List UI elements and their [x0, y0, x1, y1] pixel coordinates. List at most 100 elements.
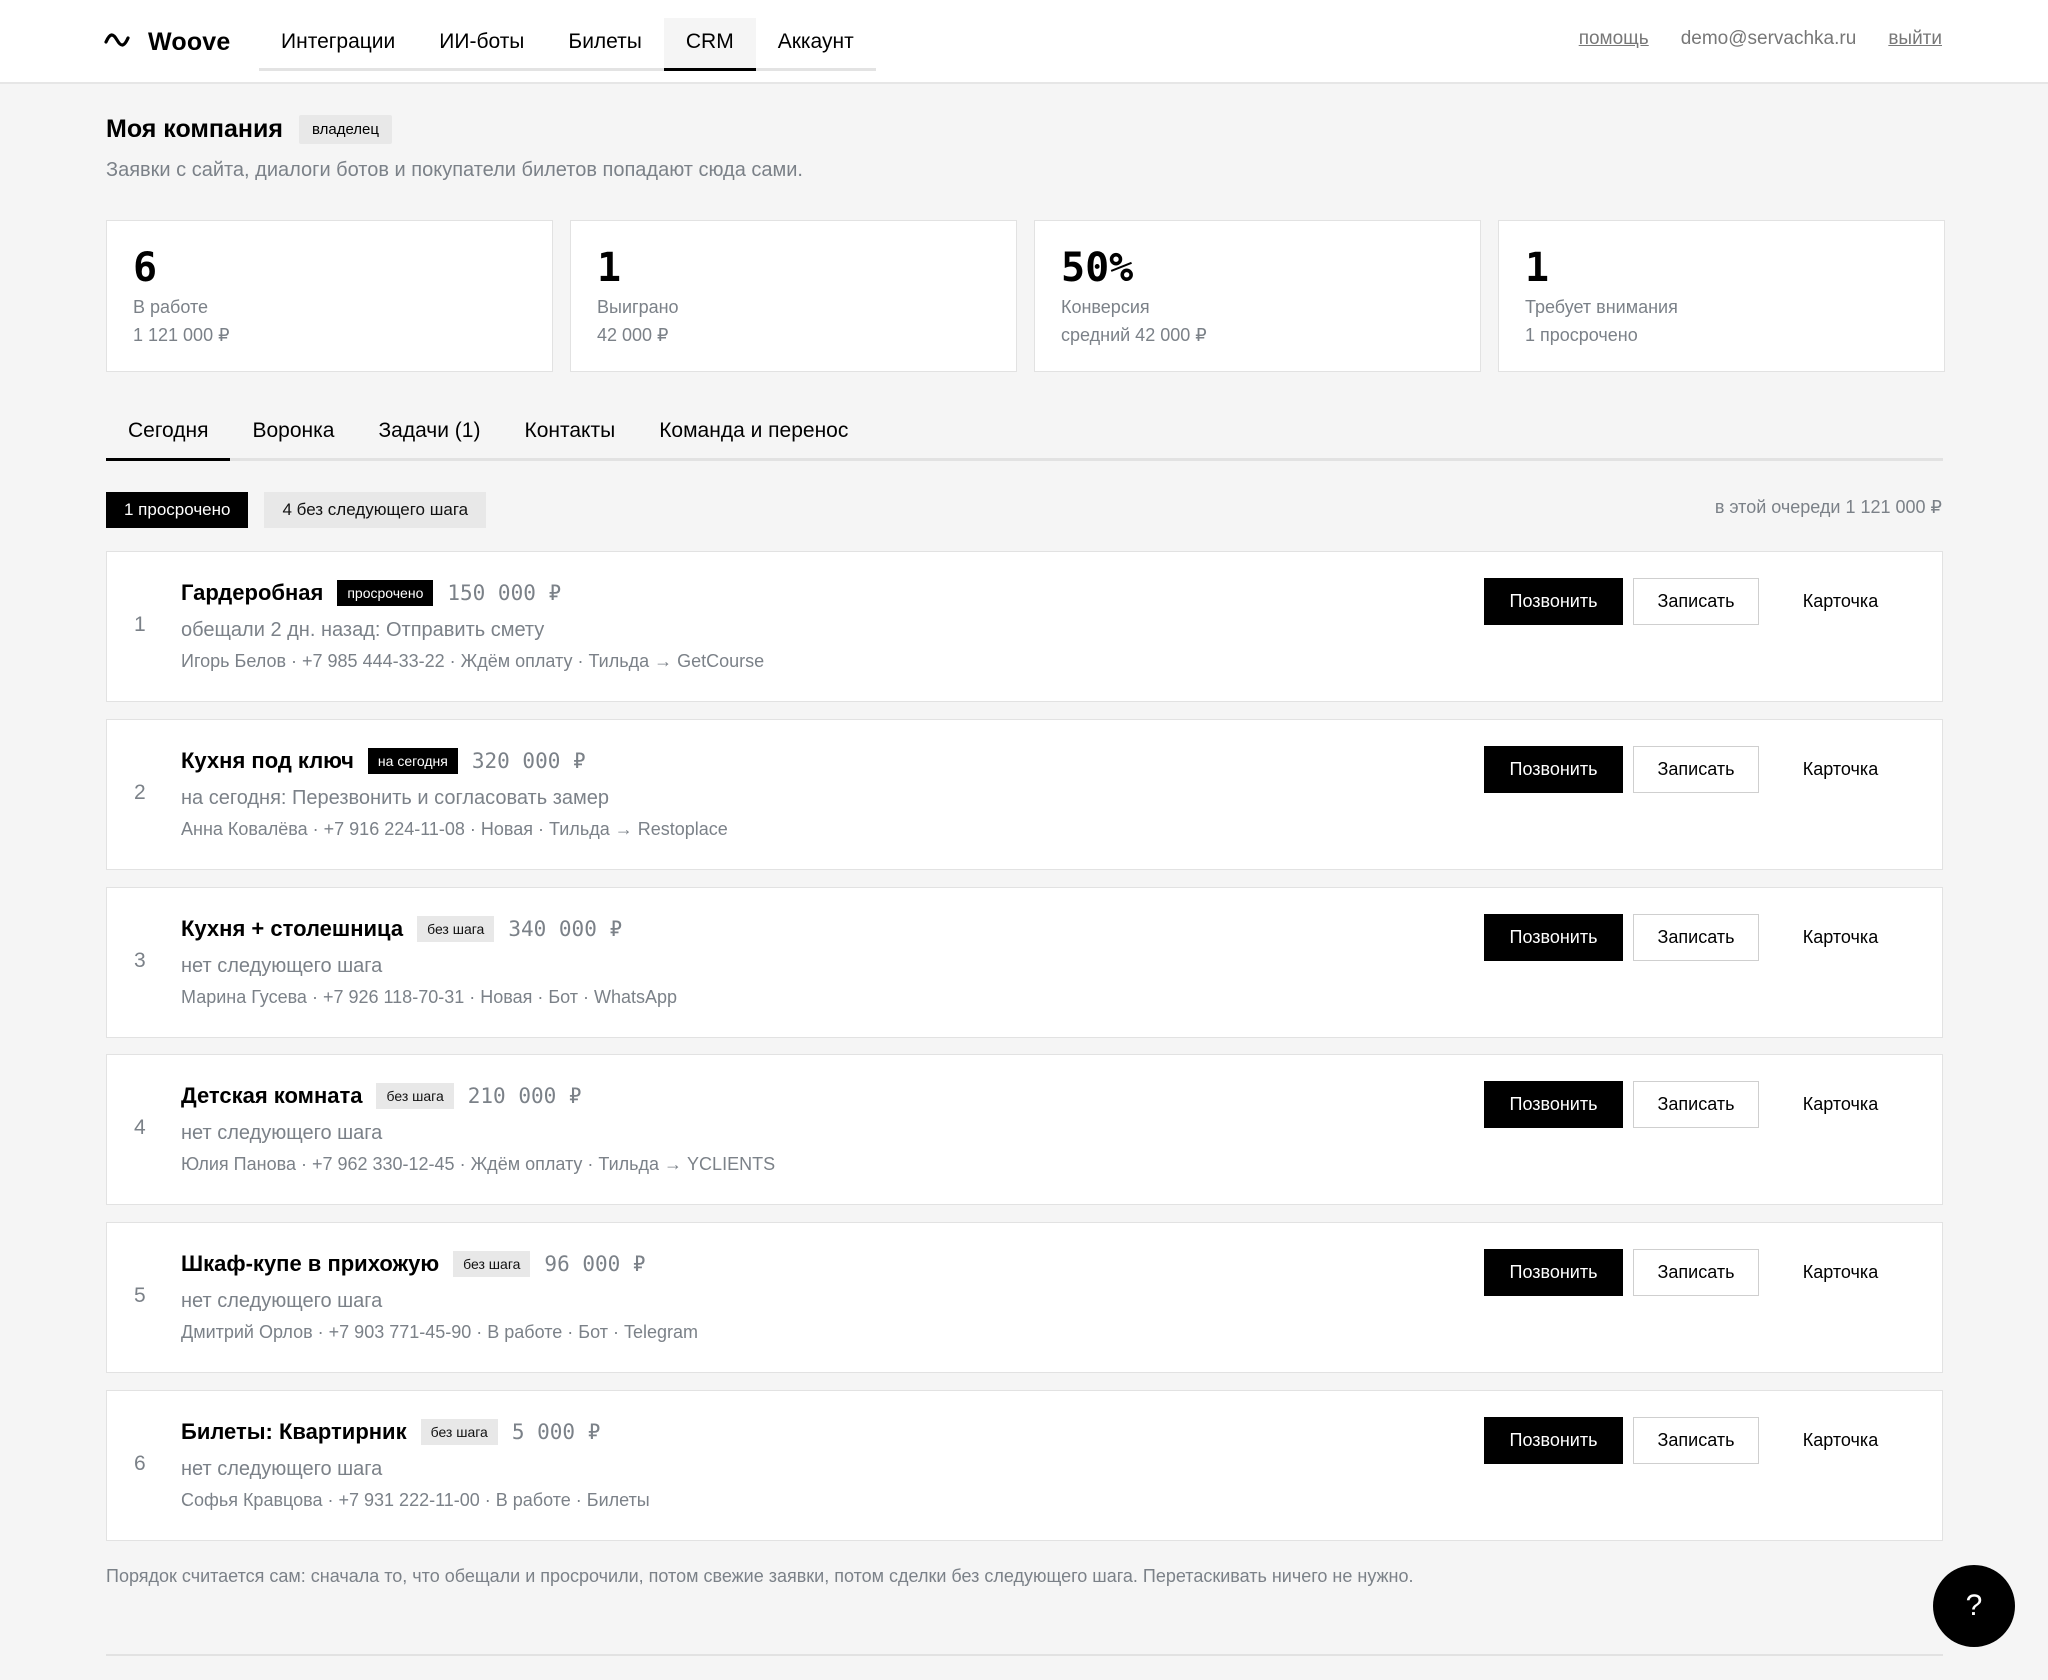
deal-next-step: нет следующего шага — [181, 1122, 383, 1144]
deal-title[interactable]: Кухня + столешница — [181, 916, 403, 942]
card-button[interactable]: Карточка — [1769, 914, 1912, 961]
stat-card-won: 1 Выиграно 42 000 ₽ — [570, 220, 1017, 372]
record-button[interactable]: Записать — [1633, 578, 1759, 625]
status-badge: без шага — [453, 1251, 531, 1277]
deal-card: 3 Кухня + столешница без шага 340 000 ₽ … — [106, 887, 1943, 1038]
stat-sub: 42 000 ₽ — [597, 325, 669, 345]
divider — [106, 1654, 1943, 1656]
deal-header: Кухня + столешница без шага 340 000 ₽ — [181, 916, 622, 942]
card-button[interactable]: Карточка — [1769, 578, 1912, 625]
card-button[interactable]: Карточка — [1769, 746, 1912, 793]
deal-amount: 96 000 ₽ — [544, 1252, 646, 1276]
tab-today[interactable]: Сегодня — [106, 400, 231, 461]
logout-link[interactable]: выйти — [1888, 28, 1942, 50]
filter-no-next-step[interactable]: 4 без следующего шага — [264, 492, 487, 528]
deal-card: 1 Гардеробная просрочено 150 000 ₽ обеща… — [106, 551, 1943, 702]
status-badge: просрочено — [337, 580, 434, 606]
deal-number: 5 — [134, 1284, 146, 1307]
deal-meta: Анна Ковалёва · +7 916 224-11-08 · Новая… — [181, 819, 728, 839]
deal-meta: Софья Кравцова · +7 931 222-11-00 · В ра… — [181, 1490, 650, 1510]
tab-team[interactable]: Команда и перенос — [637, 400, 870, 458]
record-button[interactable]: Записать — [1633, 914, 1759, 961]
stat-value: 1 — [1525, 245, 1550, 291]
page-subtitle: Заявки с сайта, диалоги ботов и покупате… — [106, 159, 803, 181]
help-link[interactable]: помощь — [1579, 28, 1649, 50]
deal-title[interactable]: Билеты: Квартирник — [181, 1419, 407, 1445]
help-button[interactable]: ? — [1933, 1565, 2015, 1647]
stat-value: 1 — [597, 245, 622, 291]
call-button[interactable]: Позвонить — [1484, 746, 1623, 793]
deal-card: 6 Билеты: Квартирник без шага 5 000 ₽ не… — [106, 1390, 1943, 1541]
nav-item-integrations[interactable]: Интеграции — [259, 18, 417, 68]
deal-amount: 5 000 ₽ — [511, 1420, 601, 1444]
deal-next-step: нет следующего шага — [181, 1458, 383, 1480]
stat-sub: 1 121 000 ₽ — [133, 325, 230, 345]
tab-tasks[interactable]: Задачи (1) — [356, 400, 502, 458]
tab-funnel[interactable]: Воронка — [230, 400, 356, 458]
deal-next-step: нет следующего шага — [181, 1290, 383, 1312]
nav-item-crm[interactable]: CRM — [663, 18, 756, 71]
status-badge: на сегодня — [367, 748, 458, 774]
call-button[interactable]: Позвонить — [1484, 1081, 1623, 1128]
top-links: помощь demo@servachka.ru выйти — [1579, 28, 1942, 50]
stat-value: 50% — [1061, 245, 1134, 291]
crm-tabs: Сегодня Воронка Задачи (1) Контакты Кома… — [106, 400, 1943, 461]
stat-label: Выиграно — [597, 297, 679, 317]
nav-item-ai-bots[interactable]: ИИ-боты — [417, 18, 546, 68]
stat-card-conversion: 50% Конверсия средний 42 000 ₽ — [1034, 220, 1481, 372]
deal-actions: Позвонить Записать Карточка — [1484, 1249, 1912, 1296]
record-button[interactable]: Записать — [1633, 1081, 1759, 1128]
card-button[interactable]: Карточка — [1769, 1081, 1912, 1128]
top-bar: Woove Интеграции ИИ-боты Билеты CRM Акка… — [0, 0, 2048, 84]
status-badge: без шага — [420, 1419, 498, 1445]
nav-item-tickets[interactable]: Билеты — [546, 18, 663, 68]
main-nav: Интеграции ИИ-боты Билеты CRM Аккаунт — [259, 18, 876, 71]
role-badge: владелец — [298, 115, 392, 144]
logo[interactable]: Woove — [104, 24, 231, 60]
deal-amount: 150 000 ₽ — [447, 581, 562, 605]
deal-meta: Игорь Белов · +7 985 444-33-22 · Ждём оп… — [181, 651, 765, 671]
deal-title[interactable]: Гардеробная — [181, 580, 323, 606]
deal-number: 4 — [134, 1116, 146, 1139]
deal-meta: Дмитрий Орлов · +7 903 771-45-90 · В раб… — [181, 1322, 698, 1342]
page-title: Моя компания — [106, 115, 283, 143]
deal-number: 1 — [134, 613, 146, 636]
deal-header: Шкаф-купе в прихожую без шага 96 000 ₽ — [181, 1251, 646, 1277]
company-header: Моя компания владелец — [106, 115, 392, 144]
stat-label: Конверсия — [1061, 297, 1150, 317]
tab-contacts[interactable]: Контакты — [502, 400, 637, 458]
deal-actions: Позвонить Записать Карточка — [1484, 1417, 1912, 1464]
deal-number: 2 — [134, 781, 146, 804]
stat-label: В работе — [133, 297, 209, 317]
deal-title[interactable]: Детская комната — [181, 1083, 362, 1109]
stat-card-in-progress: 6 В работе 1 121 000 ₽ — [106, 220, 553, 372]
stats-row: 6 В работе 1 121 000 ₽ 1 Выиграно 42 000… — [106, 220, 1945, 372]
record-button[interactable]: Записать — [1633, 1249, 1759, 1296]
filter-overdue[interactable]: 1 просрочено — [106, 492, 249, 528]
queue-footnote: Порядок считается сам: сначала то, что о… — [106, 1566, 1414, 1586]
deal-header: Детская комната без шага 210 000 ₽ — [181, 1083, 582, 1109]
deal-amount: 340 000 ₽ — [508, 917, 623, 941]
deal-actions: Позвонить Записать Карточка — [1484, 578, 1912, 625]
card-button[interactable]: Карточка — [1769, 1417, 1912, 1464]
deal-header: Кухня под ключ на сегодня 320 000 ₽ — [181, 748, 586, 774]
queue-total: в этой очереди 1 121 000 ₽ — [1714, 497, 1942, 517]
card-button[interactable]: Карточка — [1769, 1249, 1912, 1296]
record-button[interactable]: Записать — [1633, 746, 1759, 793]
deal-number: 3 — [134, 949, 146, 972]
call-button[interactable]: Позвонить — [1484, 1417, 1623, 1464]
call-button[interactable]: Позвонить — [1484, 1249, 1623, 1296]
nav-item-account[interactable]: Аккаунт — [756, 18, 876, 68]
deal-meta: Юлия Панова · +7 962 330-12-45 · Ждём оп… — [181, 1154, 776, 1174]
record-button[interactable]: Записать — [1633, 1417, 1759, 1464]
stat-sub: 1 просрочено — [1525, 325, 1638, 345]
status-badge: без шага — [376, 1083, 454, 1109]
deal-title[interactable]: Кухня под ключ — [181, 748, 354, 774]
deal-card: 5 Шкаф-купе в прихожую без шага 96 000 ₽… — [106, 1222, 1943, 1373]
deal-title[interactable]: Шкаф-купе в прихожую — [181, 1251, 439, 1277]
deal-card: 2 Кухня под ключ на сегодня 320 000 ₽ на… — [106, 719, 1943, 870]
app-name: Woove — [148, 27, 231, 56]
call-button[interactable]: Позвонить — [1484, 578, 1623, 625]
call-button[interactable]: Позвонить — [1484, 914, 1623, 961]
deal-actions: Позвонить Записать Карточка — [1484, 914, 1912, 961]
